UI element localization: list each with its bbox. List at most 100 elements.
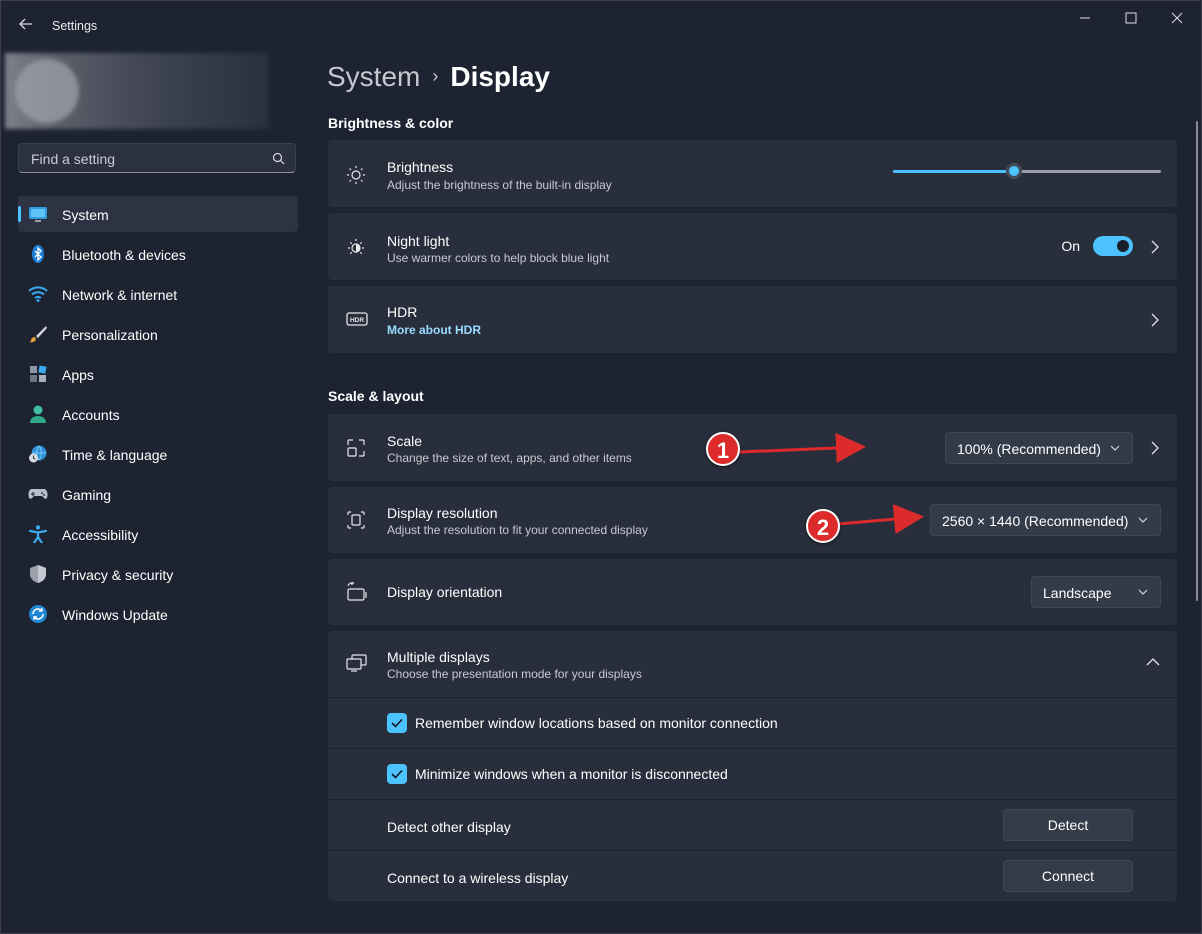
user-profile-avatar[interactable]	[5, 53, 269, 129]
detect-display-row: Detect other display Detect	[328, 800, 1177, 850]
annotation-marker-2: 2	[806, 509, 840, 543]
scale-dropdown-value: 100% (Recommended)	[957, 441, 1101, 457]
connect-wireless-row: Connect to a wireless display Connect	[328, 851, 1177, 901]
accessibility-icon	[28, 525, 48, 543]
hdr-icon: HDR	[346, 312, 368, 326]
settings-window: Settings System	[0, 0, 1202, 934]
remember-window-locations-checkbox[interactable]	[387, 713, 407, 733]
detect-button[interactable]: Detect	[1003, 809, 1133, 841]
display-resolution-title: Display resolution	[387, 505, 498, 521]
sidebar-item-time-language[interactable]: Time & language	[18, 436, 298, 472]
brightness-title: Brightness	[387, 159, 454, 175]
hdr-more-link[interactable]: More about HDR	[387, 323, 481, 337]
svg-text:HDR: HDR	[350, 317, 364, 324]
sidebar-item-label: Bluetooth & devices	[62, 247, 186, 263]
chevron-right-icon[interactable]	[1149, 313, 1159, 327]
scale-icon	[347, 439, 365, 457]
sidebar-item-windows-update[interactable]: Windows Update	[18, 596, 298, 632]
sidebar-item-system[interactable]: System	[18, 196, 298, 232]
resolution-dropdown-value: 2560 × 1440 (Recommended)	[942, 513, 1129, 529]
brightness-subtitle: Adjust the brightness of the built-in di…	[387, 178, 612, 192]
sidebar-item-label: Accessibility	[62, 527, 139, 543]
checkmark-icon	[391, 769, 403, 779]
chevron-right-icon[interactable]	[1149, 240, 1159, 254]
night-light-toggle[interactable]	[1093, 236, 1133, 256]
resolution-icon	[347, 511, 365, 529]
sidebar-item-label: Personalization	[62, 327, 158, 343]
person-icon	[30, 405, 46, 423]
scrollbar[interactable]	[1196, 121, 1198, 601]
sidebar-item-bluetooth[interactable]: Bluetooth & devices	[18, 236, 298, 272]
display-orientation-title: Display orientation	[387, 584, 503, 600]
remember-window-locations-row: Remember window locations based on monit…	[328, 698, 1177, 748]
orientation-dropdown[interactable]: Landscape	[1031, 576, 1161, 608]
sidebar-nav: System Bluetooth & devices Network & int…	[18, 196, 298, 636]
multiple-displays-subtitle: Choose the presentation mode for your di…	[387, 667, 642, 681]
sidebar-item-label: Windows Update	[62, 607, 168, 623]
hdr-title: HDR	[387, 304, 418, 320]
maximize-icon	[1125, 12, 1137, 24]
bluetooth-icon	[32, 245, 44, 263]
annotation-marker-1: 1	[706, 432, 740, 466]
title-bar: Settings	[1, 1, 1201, 49]
search-input[interactable]	[29, 150, 263, 168]
brightness-slider[interactable]	[893, 163, 1161, 179]
sidebar-item-accounts[interactable]: Accounts	[18, 396, 298, 432]
hdr-card[interactable]: HDR HDR More about HDR	[328, 286, 1177, 353]
scale-card[interactable]: Scale Change the size of text, apps, and…	[328, 414, 1177, 481]
sidebar-item-privacy-security[interactable]: Privacy & security	[18, 556, 298, 592]
sidebar-item-label: Time & language	[62, 447, 168, 463]
sidebar-item-label: System	[62, 207, 109, 223]
minimize-icon	[1080, 17, 1090, 19]
minimize-button[interactable]	[1071, 7, 1101, 29]
scale-dropdown[interactable]: 100% (Recommended)	[945, 432, 1133, 464]
resolution-dropdown[interactable]: 2560 × 1440 (Recommended)	[930, 504, 1161, 536]
slider-thumb[interactable]	[1005, 163, 1022, 179]
monitor-icon	[29, 207, 47, 222]
app-title: Settings	[52, 19, 98, 33]
chevron-up-icon[interactable]	[1146, 657, 1160, 667]
slider-fill	[893, 170, 1014, 173]
brush-icon	[29, 326, 47, 343]
globe-clock-icon	[29, 445, 47, 463]
sidebar-item-network[interactable]: Network & internet	[18, 276, 298, 312]
close-button[interactable]	[1163, 7, 1193, 29]
night-light-subtitle: Use warmer colors to help block blue lig…	[387, 251, 610, 265]
sidebar-item-label: Accounts	[62, 407, 120, 423]
sidebar-item-label: Network & internet	[62, 287, 178, 303]
chevron-down-icon	[1138, 589, 1148, 595]
detect-display-label: Detect other display	[387, 819, 511, 835]
sidebar-item-accessibility[interactable]: Accessibility	[18, 516, 298, 552]
search-box[interactable]	[18, 143, 296, 173]
back-button[interactable]	[15, 13, 37, 35]
night-light-state-label: On	[1061, 238, 1080, 254]
display-resolution-card: Display resolution Adjust the resolution…	[328, 487, 1177, 553]
brightness-card: Brightness Adjust the brightness of the …	[328, 140, 1177, 207]
night-light-card[interactable]: Night light Use warmer colors to help bl…	[328, 213, 1177, 280]
checkmark-icon	[391, 718, 403, 728]
sidebar-item-label: Gaming	[62, 487, 112, 503]
remember-window-locations-label: Remember window locations based on monit…	[415, 715, 778, 731]
back-arrow-icon	[19, 18, 32, 30]
connect-wireless-label: Connect to a wireless display	[387, 870, 569, 886]
night-light-title: Night light	[387, 233, 450, 249]
scale-title: Scale	[387, 433, 423, 449]
minimize-windows-checkbox[interactable]	[387, 764, 407, 784]
gamepad-icon	[28, 489, 48, 499]
chevron-down-icon	[1138, 517, 1148, 523]
multiple-displays-card[interactable]: Multiple displays Choose the presentatio…	[328, 631, 1177, 697]
orientation-icon	[347, 582, 367, 601]
night-light-icon	[348, 239, 364, 255]
connect-button[interactable]: Connect	[1003, 860, 1133, 892]
display-orientation-card: Display orientation Landscape	[328, 559, 1177, 625]
search-icon[interactable]	[272, 152, 285, 165]
breadcrumb-parent[interactable]: System	[327, 61, 420, 92]
sidebar-item-gaming[interactable]: Gaming	[18, 476, 298, 512]
breadcrumb-separator-icon: ›	[432, 66, 439, 86]
multiple-displays-title: Multiple displays	[387, 649, 490, 665]
sidebar-item-apps[interactable]: Apps	[18, 356, 298, 392]
section-title-brightness-color: Brightness & color	[328, 115, 454, 131]
maximize-button[interactable]	[1117, 7, 1147, 29]
sidebar-item-personalization[interactable]: Personalization	[18, 316, 298, 352]
chevron-right-icon[interactable]	[1149, 441, 1159, 455]
